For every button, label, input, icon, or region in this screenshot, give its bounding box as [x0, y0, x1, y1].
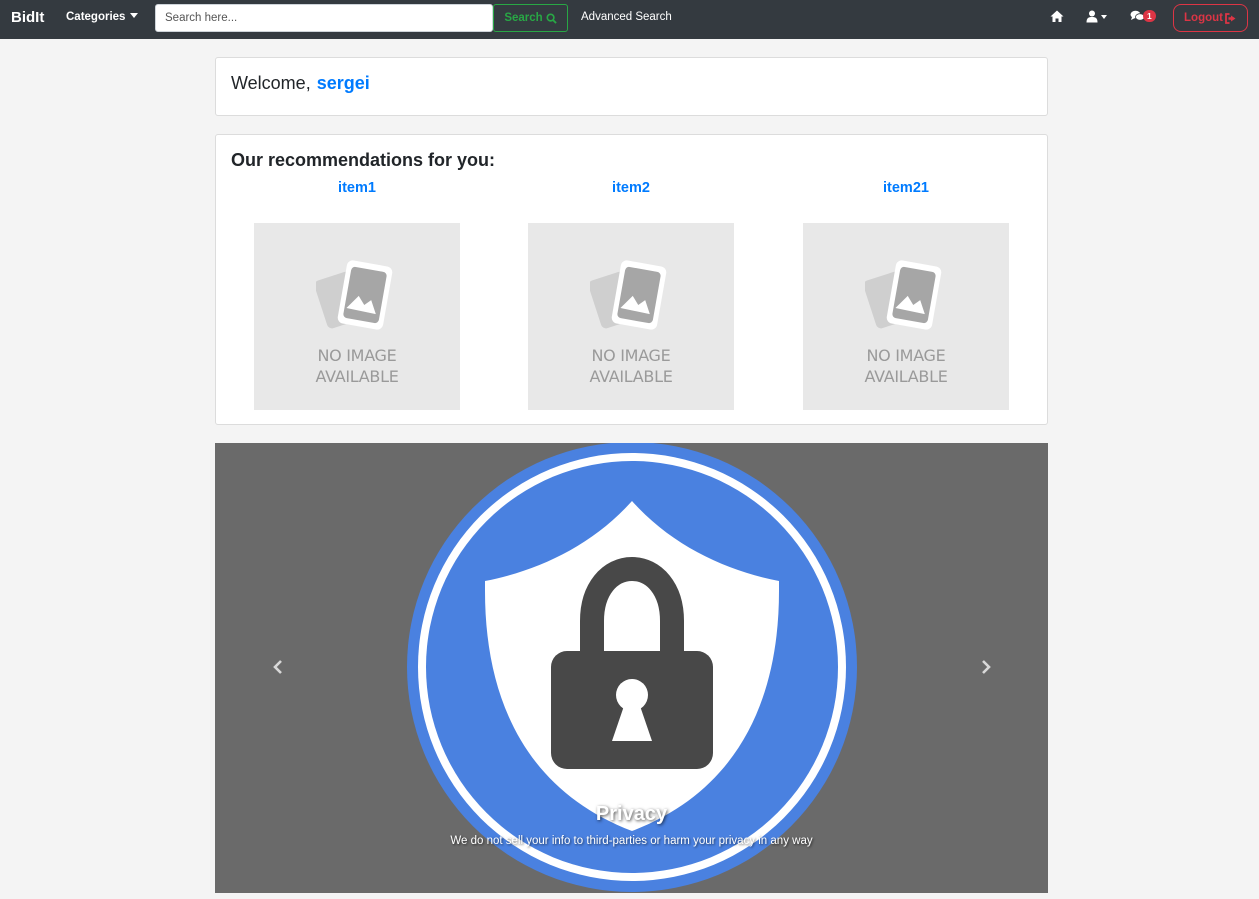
no-image-line2: AVAILABLE	[589, 367, 673, 386]
no-image-text: NO IMAGE AVAILABLE	[254, 345, 460, 387]
no-image-line2: AVAILABLE	[315, 367, 399, 386]
recommendation-item: item1 NO IMAGE AVAILABLE	[254, 180, 460, 410]
home-icon[interactable]	[1050, 10, 1064, 23]
welcome-message: Welcome, sergei	[231, 73, 370, 94]
messages-count-badge: 1	[1143, 10, 1156, 22]
messages-button[interactable]: 1	[1130, 10, 1156, 22]
carousel: Privacy We do not sell your info to thir…	[215, 443, 1048, 893]
carousel-caption-title: Privacy	[595, 803, 668, 825]
brand-logo[interactable]: BidIt	[11, 9, 44, 26]
carousel-caption-text: We do not sell your info to third-partie…	[450, 835, 813, 847]
chevron-right-icon	[982, 660, 991, 674]
item-image-placeholder[interactable]: NO IMAGE AVAILABLE	[803, 223, 1009, 410]
chevron-left-icon	[273, 660, 282, 674]
no-image-line1: NO IMAGE	[317, 346, 397, 365]
no-image-text: NO IMAGE AVAILABLE	[528, 345, 734, 387]
user-dropdown[interactable]	[1086, 10, 1107, 23]
item-link[interactable]: item2	[528, 180, 734, 200]
recommendation-item: item2 NO IMAGE AVAILABLE	[528, 180, 734, 410]
logout-label: Logout	[1184, 12, 1223, 24]
username-link[interactable]: sergei	[317, 73, 370, 93]
search-icon	[546, 12, 557, 24]
user-icon	[1086, 10, 1098, 23]
no-image-line2: AVAILABLE	[864, 367, 948, 386]
no-image-icon	[590, 260, 667, 330]
item-image-placeholder[interactable]: NO IMAGE AVAILABLE	[254, 223, 460, 410]
carousel-prev-button[interactable]	[272, 658, 284, 681]
recommendations-card: Our recommendations for you: item1 NO IM…	[215, 134, 1048, 425]
no-image-icon	[316, 260, 393, 330]
item-link[interactable]: item21	[803, 180, 1009, 200]
search-input[interactable]	[155, 4, 493, 32]
recommendations-title: Our recommendations for you:	[231, 150, 496, 170]
categories-label: Categories	[66, 11, 126, 23]
search-button[interactable]: Search	[493, 4, 568, 32]
no-image-text: NO IMAGE AVAILABLE	[803, 345, 1009, 387]
welcome-greeting: Welcome,	[231, 73, 311, 93]
item-image-placeholder[interactable]: NO IMAGE AVAILABLE	[528, 223, 734, 410]
advanced-search-link[interactable]: Advanced Search	[581, 11, 672, 23]
no-image-line1: NO IMAGE	[591, 346, 671, 365]
no-image-line1: NO IMAGE	[866, 346, 946, 365]
welcome-card: Welcome, sergei	[215, 57, 1048, 116]
carousel-next-button[interactable]	[980, 658, 992, 681]
recommendation-item: item21 NO IMAGE AVAILABLE	[803, 180, 1009, 410]
item-link[interactable]: item1	[254, 180, 460, 200]
top-navbar: BidIt Categories Search Advanced Search …	[0, 0, 1259, 39]
no-image-icon	[865, 260, 942, 330]
sign-out-icon	[1225, 12, 1236, 24]
caret-down-icon	[1101, 14, 1107, 19]
caret-down-icon	[130, 13, 139, 18]
search-button-label: Search	[504, 12, 543, 24]
categories-dropdown[interactable]: Categories	[66, 11, 139, 23]
logout-button[interactable]: Logout	[1173, 4, 1248, 32]
